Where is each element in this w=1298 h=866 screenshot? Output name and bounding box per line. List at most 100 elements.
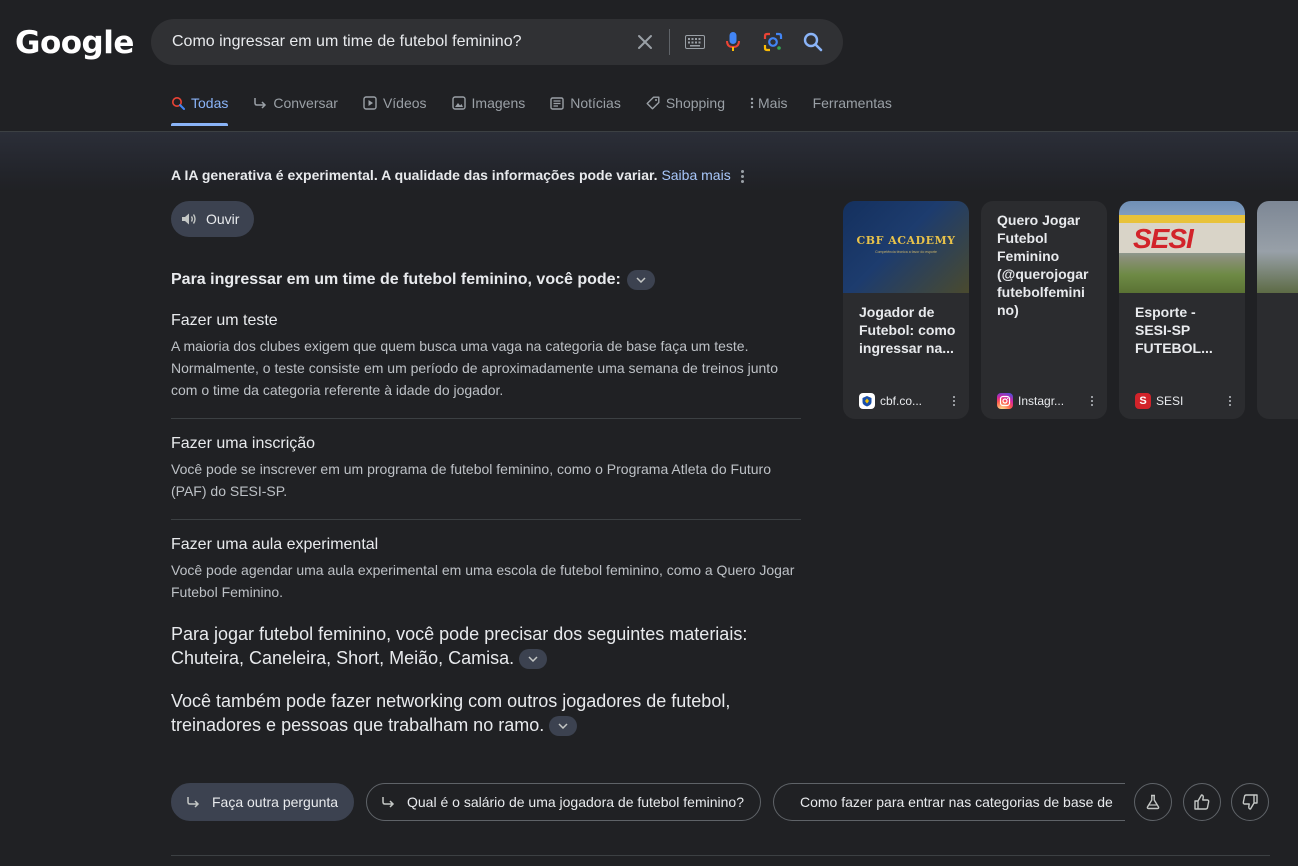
more-vert-icon [750, 97, 754, 109]
paragraph-text: Para jogar futebol feminino, você pode p… [171, 624, 748, 668]
google-lens-icon[interactable] [761, 30, 785, 54]
reply-arrow-icon [187, 797, 200, 808]
source-card[interactable]: CBF ACADEMY Competência técnica a favor … [843, 201, 969, 419]
labs-button[interactable] [1134, 783, 1172, 821]
section-title: Fazer uma inscrição [171, 435, 316, 452]
clear-icon[interactable] [633, 30, 657, 54]
tab-label: Imagens [471, 95, 526, 111]
tab-label: Mais [758, 95, 788, 111]
section-body: Você pode se inscrever em um programa de… [171, 461, 771, 499]
keyboard-icon[interactable] [683, 30, 707, 54]
tab-videos[interactable]: Vídeos [363, 90, 427, 116]
tab-label: Conversar [273, 95, 338, 111]
ask-followup-button[interactable]: Faça outra pergunta [171, 783, 354, 821]
source-name: cbf.co... [880, 394, 923, 408]
thumbs-up-icon [1194, 794, 1210, 810]
bottom-divider [171, 855, 1270, 856]
expand-button[interactable] [519, 649, 548, 670]
expand-button[interactable] [549, 716, 578, 737]
source-name: Instagr... [1018, 394, 1065, 408]
tag-icon [646, 96, 660, 110]
chevron-down-icon [558, 723, 568, 730]
play-icon [363, 96, 377, 110]
chevron-down-icon [636, 277, 646, 283]
search-divider [669, 29, 670, 55]
reply-arrow-icon [254, 98, 267, 109]
paragraph-text: Você também pode fazer networking com ou… [171, 691, 731, 735]
card-thumbnail: CBF ACADEMY Competência técnica a favor … [843, 201, 969, 293]
google-logo[interactable]: Google [15, 25, 134, 61]
tab-label: Ferramentas [812, 95, 892, 111]
followup-chip[interactable]: Como fazer para entrar nas categorias de… [773, 783, 1125, 821]
tab-todas[interactable]: Todas [171, 90, 229, 126]
ai-heading-text: Para ingressar em um time de futebol fem… [171, 271, 621, 288]
search-icon [172, 97, 185, 110]
microphone-icon[interactable] [721, 30, 745, 54]
source-card-partial[interactable] [1257, 201, 1298, 419]
card-source: cbf.co... [859, 393, 959, 409]
thumbnail-logo-text: SESI [1133, 223, 1194, 254]
cbf-icon [859, 393, 875, 409]
card-source: Instagr... [997, 393, 1097, 409]
section-divider [171, 519, 801, 520]
card-title[interactable]: Esporte - SESI-SP FUTEBOL... [1135, 303, 1233, 357]
ai-heading: Para ingressar em um time de futebol fem… [171, 270, 655, 290]
thumbnail-logo-text: CBF ACADEMY [856, 234, 956, 247]
card-thumbnail: SESI [1119, 201, 1245, 293]
tab-ferramentas[interactable]: Ferramentas [813, 90, 892, 116]
tab-label: Todas [191, 95, 229, 111]
search-input[interactable]: Como ingressar em um time de futebol fem… [172, 33, 522, 51]
speaker-icon [182, 213, 196, 225]
source-card[interactable]: SESI Esporte - SESI-SP FUTEBOL... S SESI [1119, 201, 1245, 419]
ai-disclaimer: A IA generativa é experimental. A qualid… [171, 167, 731, 183]
search-bar[interactable]: Como ingressar em um time de futebol fem… [151, 19, 843, 65]
image-icon [451, 96, 466, 110]
section-divider [171, 418, 801, 419]
listen-label: Ouvir [206, 211, 240, 227]
followup-chip[interactable]: Qual é o salário de uma jogadora de fute… [366, 783, 761, 821]
search-tabs: Todas Conversar Vídeos Imagens Notícias … [171, 90, 917, 126]
section-title: Fazer uma aula experimental [171, 536, 379, 553]
more-options-icon[interactable] [949, 396, 959, 406]
section-title: Fazer um teste [171, 312, 278, 329]
answer-section: Fazer uma inscrição Você pode se inscrev… [171, 435, 801, 502]
card-title[interactable]: Quero Jogar Futebol Feminino (@querojoga… [997, 211, 1095, 319]
tab-shopping[interactable]: Shopping [646, 90, 725, 116]
chip-label: Faça outra pergunta [212, 794, 339, 810]
source-card[interactable]: Quero Jogar Futebol Feminino (@querojoga… [981, 201, 1107, 419]
section-body: A maioria dos clubes exigem que quem bus… [171, 338, 778, 398]
chevron-down-icon [528, 656, 538, 663]
search-icon[interactable] [801, 30, 825, 54]
flask-icon [1146, 794, 1160, 810]
more-options-icon[interactable] [1225, 396, 1235, 406]
source-name: SESI [1156, 394, 1184, 408]
instagram-icon [997, 393, 1013, 409]
card-source: S SESI [1135, 393, 1235, 409]
more-options-icon[interactable] [1087, 396, 1097, 406]
building-roof [1119, 215, 1245, 223]
tab-mais[interactable]: Mais [750, 90, 788, 116]
more-options-icon[interactable] [736, 167, 748, 185]
thumbs-up-button[interactable] [1183, 783, 1221, 821]
learn-more-link[interactable]: Saiba mais [661, 167, 730, 183]
listen-button[interactable]: Ouvir [171, 201, 254, 237]
tab-label: Notícias [570, 95, 621, 111]
ai-overview-glow [0, 132, 1298, 192]
thumbs-down-icon [1242, 794, 1258, 810]
tab-noticias[interactable]: Notícias [550, 90, 621, 116]
chip-label: Como fazer para entrar nas categorias de… [800, 794, 1113, 810]
tab-label: Shopping [665, 95, 725, 111]
card-title[interactable]: Jogador de Futebol: como ingressar na... [859, 303, 957, 357]
thumbnail-subtitle: Competência técnica a favor do esporte [875, 250, 937, 254]
sesi-icon: S [1135, 393, 1151, 409]
tab-imagens[interactable]: Imagens [451, 90, 526, 116]
materials-paragraph: Para jogar futebol feminino, você pode p… [171, 622, 811, 670]
section-body: Você pode agendar uma aula experimental … [171, 562, 795, 600]
tab-conversar[interactable]: Conversar [253, 90, 338, 116]
reply-arrow-icon [382, 797, 395, 808]
tab-label: Vídeos [382, 95, 427, 111]
networking-paragraph: Você também pode fazer networking com ou… [171, 689, 811, 737]
expand-button[interactable] [626, 270, 655, 290]
thumbs-down-button[interactable] [1231, 783, 1269, 821]
answer-section: Fazer uma aula experimental Você pode ag… [171, 536, 801, 603]
